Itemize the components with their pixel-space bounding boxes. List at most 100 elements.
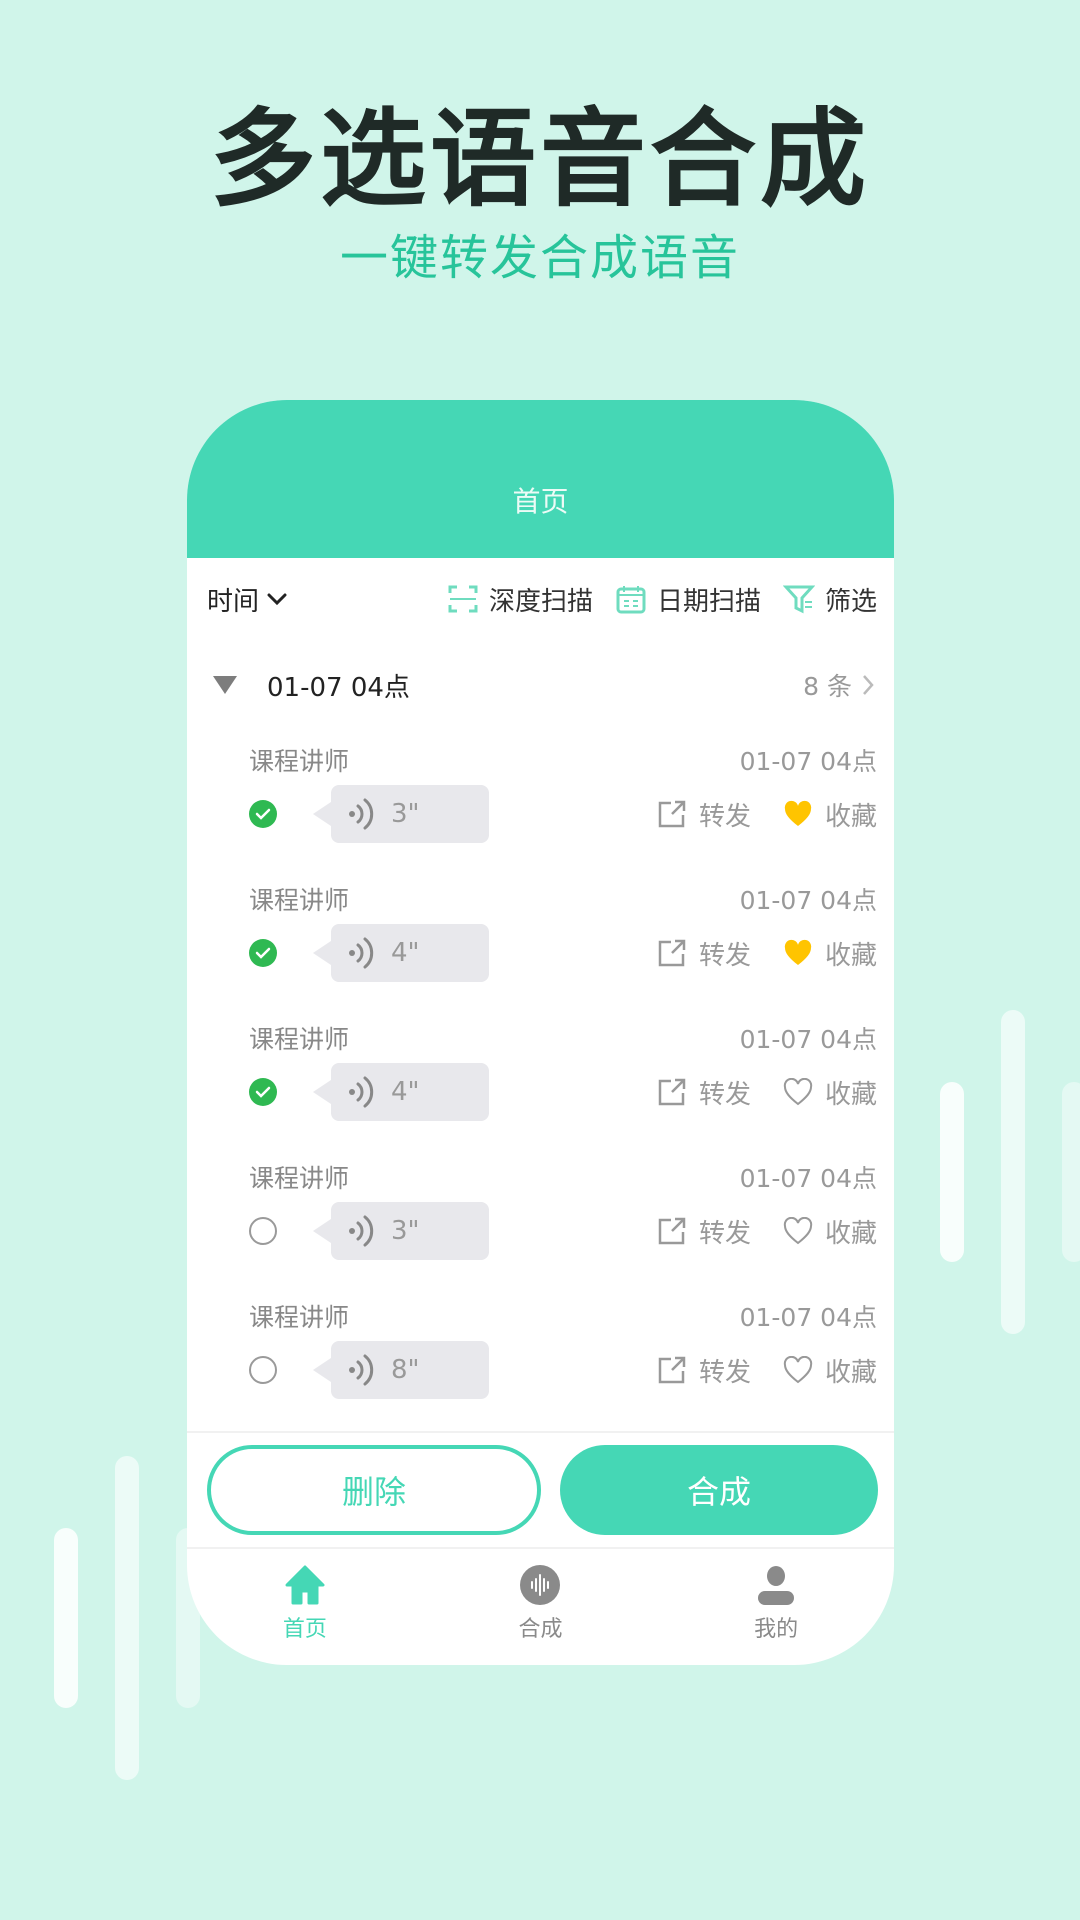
heart-outline-icon — [783, 1078, 813, 1106]
voice-list: 课程讲师 01-07 04点 3" 转发 收藏 课程讲师 01-07 04点 4… — [187, 730, 894, 1425]
group-header[interactable]: 01-07 04点 8 条 — [187, 640, 894, 730]
voice-duration: 4" — [391, 1077, 420, 1107]
favorite-label: 收藏 — [824, 1218, 877, 1249]
forward-button[interactable]: 转发 — [657, 1213, 751, 1250]
promo-subheadline: 一键转发合成语音 — [339, 230, 740, 286]
forward-label: 转发 — [698, 1079, 751, 1110]
calendar-icon — [616, 586, 646, 614]
share-icon — [658, 800, 686, 828]
speaker-wave-icon — [349, 1215, 374, 1247]
tab-profile[interactable]: 我的 — [686, 1563, 866, 1659]
chevron-down-icon — [267, 593, 287, 606]
select-checkbox[interactable] — [249, 1217, 277, 1245]
synthesize-button[interactable]: 合成 — [560, 1445, 878, 1535]
voice-list-item: 课程讲师 01-07 04点 3" 转发 收藏 — [187, 730, 894, 869]
voice-list-item: 课程讲师 01-07 04点 3" 转发 收藏 — [187, 1147, 894, 1286]
share-icon — [658, 1217, 686, 1245]
forward-label: 转发 — [698, 940, 751, 971]
voice-list-item: 课程讲师 01-07 04点 8" 转发 收藏 — [187, 1286, 894, 1425]
voice-duration: 3" — [391, 799, 420, 829]
delete-button[interactable]: 删除 — [207, 1445, 541, 1535]
voice-bubble[interactable]: 8" — [313, 1341, 489, 1399]
voice-bubble[interactable]: 3" — [313, 785, 489, 843]
filter-label: 筛选 — [824, 586, 877, 617]
phone-mockup: 首页 时间 深度扫描 日期扫描 筛选 01-07 04点 8 条 课程讲师 01… — [187, 400, 894, 1665]
bubble-tail — [313, 802, 331, 826]
group-title: 01-07 04点 — [267, 672, 410, 703]
sort-dropdown[interactable]: 时间 — [207, 581, 287, 618]
forward-button[interactable]: 转发 — [657, 1074, 751, 1111]
favorite-button[interactable]: 收藏 — [783, 1213, 877, 1250]
action-bar: 删除 合成 — [187, 1433, 894, 1547]
tab-synthesize[interactable]: 合成 — [450, 1563, 630, 1659]
app-header: 首页 — [187, 400, 894, 558]
scan-icon — [448, 585, 478, 613]
bubble-tail — [313, 941, 331, 965]
deep-scan-label: 深度扫描 — [488, 586, 593, 617]
deep-scan-button[interactable]: 深度扫描 — [447, 581, 593, 618]
favorite-button[interactable]: 收藏 — [783, 935, 877, 972]
item-time: 01-07 04点 — [739, 747, 877, 776]
date-scan-button[interactable]: 日期扫描 — [615, 581, 761, 618]
item-time: 01-07 04点 — [739, 1025, 877, 1054]
forward-label: 转发 — [698, 1218, 751, 1249]
favorite-label: 收藏 — [824, 1079, 877, 1110]
heart-filled-icon — [784, 800, 812, 826]
voice-duration: 8" — [391, 1355, 420, 1385]
speaker-wave-icon — [349, 937, 374, 969]
forward-label: 转发 — [698, 1357, 751, 1388]
heart-filled-icon — [784, 939, 812, 965]
tab-profile-label: 我的 — [754, 1617, 799, 1642]
forward-button[interactable]: 转发 — [657, 1352, 751, 1389]
favorite-button[interactable]: 收藏 — [783, 796, 877, 833]
select-checkbox[interactable] — [249, 1356, 277, 1384]
share-icon — [658, 1078, 686, 1106]
decorative-bar — [54, 1528, 78, 1708]
voice-bubble[interactable]: 4" — [313, 1063, 489, 1121]
bottom-tab-bar: 首页 合成 我的 — [187, 1549, 894, 1659]
speaker-name: 课程讲师 — [249, 1164, 350, 1193]
group-count: 8 条 — [803, 672, 852, 701]
forward-button[interactable]: 转发 — [657, 935, 751, 972]
user-icon — [758, 1566, 795, 1605]
voice-list-item: 课程讲师 01-07 04点 4" 转发 收藏 — [187, 1008, 894, 1147]
bubble-tail — [313, 1080, 331, 1104]
tab-home[interactable]: 首页 — [215, 1563, 395, 1659]
select-checkbox[interactable] — [249, 939, 277, 967]
voice-list-item: 课程讲师 01-07 04点 4" 转发 收藏 — [187, 869, 894, 1008]
filter-button[interactable]: 筛选 — [782, 581, 877, 618]
decorative-bar — [940, 1082, 964, 1262]
speaker-wave-icon — [349, 1354, 374, 1386]
speaker-wave-icon — [349, 798, 374, 830]
collapse-triangle-icon — [213, 676, 237, 694]
decorative-bar — [1062, 1082, 1080, 1262]
tab-home-label: 首页 — [282, 1617, 327, 1642]
decorative-bar — [115, 1456, 139, 1780]
favorite-label: 收藏 — [824, 940, 877, 971]
tab-synthesize-label: 合成 — [518, 1617, 563, 1642]
favorite-button[interactable]: 收藏 — [783, 1352, 877, 1389]
voice-bubble[interactable]: 3" — [313, 1202, 489, 1260]
favorite-button[interactable]: 收藏 — [783, 1074, 877, 1111]
voice-bubble[interactable]: 4" — [313, 924, 489, 982]
toolbar: 时间 深度扫描 日期扫描 筛选 — [187, 558, 894, 640]
waveform-icon — [520, 1565, 561, 1605]
bubble-tail — [313, 1358, 331, 1382]
date-scan-label: 日期扫描 — [656, 586, 761, 617]
forward-label: 转发 — [698, 801, 751, 832]
item-time: 01-07 04点 — [739, 1303, 877, 1332]
speaker-name: 课程讲师 — [249, 1025, 350, 1054]
select-checkbox[interactable] — [249, 1078, 277, 1106]
sort-label: 时间 — [207, 586, 260, 617]
heart-outline-icon — [783, 1356, 813, 1384]
voice-duration: 4" — [391, 938, 420, 968]
forward-button[interactable]: 转发 — [657, 796, 751, 833]
filter-icon — [782, 585, 815, 614]
promo-headline: 多选语音合成 — [210, 98, 870, 221]
speaker-wave-icon — [349, 1076, 374, 1108]
item-time: 01-07 04点 — [739, 1164, 877, 1193]
favorite-label: 收藏 — [824, 801, 877, 832]
select-checkbox[interactable] — [249, 800, 277, 828]
page-title: 首页 — [512, 485, 569, 518]
share-icon — [658, 1356, 686, 1384]
